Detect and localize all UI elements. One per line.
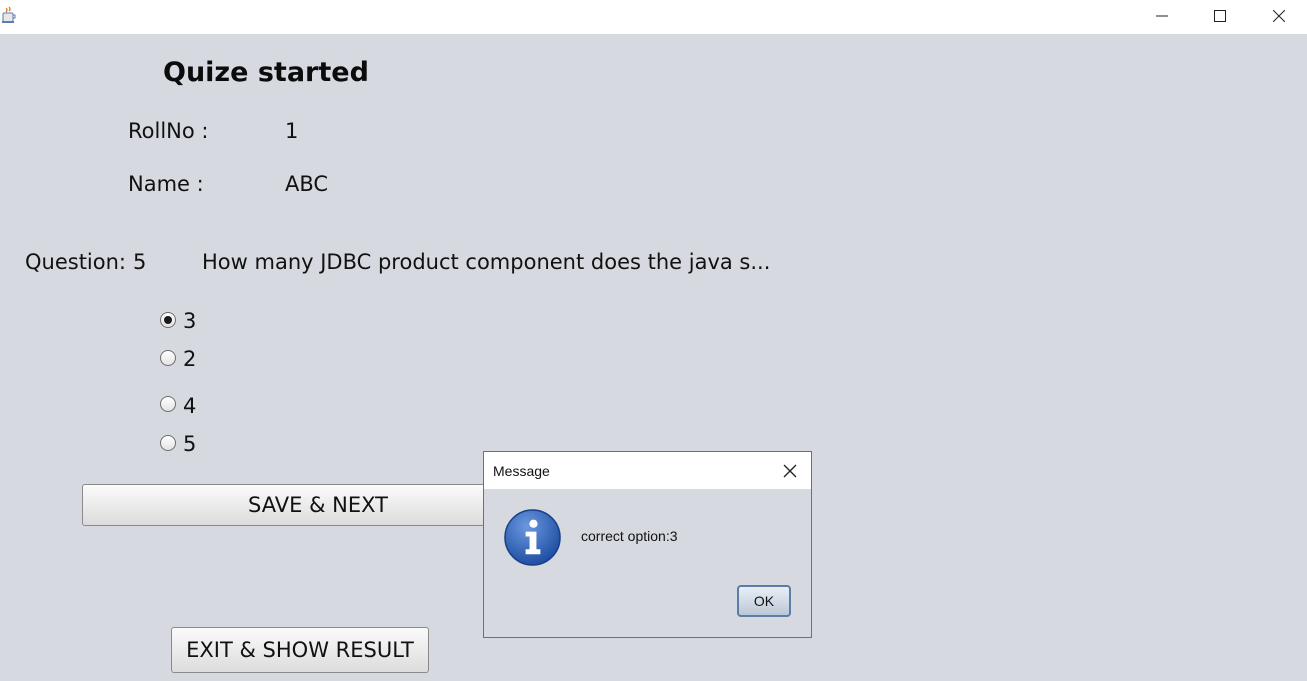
rollno-label: RollNo : xyxy=(128,119,209,143)
option-radio-1[interactable] xyxy=(160,312,176,328)
option-radio-4[interactable] xyxy=(160,435,176,451)
option-label-3[interactable]: 4 xyxy=(183,394,196,418)
exit-show-result-button[interactable]: EXIT & SHOW RESULT xyxy=(171,627,429,673)
question-number: 5 xyxy=(133,250,147,274)
option-radio-3[interactable] xyxy=(160,396,176,412)
rollno-value: 1 xyxy=(285,119,299,143)
close-icon xyxy=(1273,10,1285,22)
info-icon xyxy=(504,509,561,566)
message-dialog: Message correct option:3 OK xyxy=(483,451,812,638)
option-label-4[interactable]: 5 xyxy=(183,432,196,456)
page-title: Quize started xyxy=(163,57,369,88)
dialog-title: Message xyxy=(493,463,550,479)
dialog-close-icon[interactable] xyxy=(780,461,800,481)
dialog-title-bar: Message xyxy=(484,452,811,489)
close-button[interactable] xyxy=(1256,0,1302,32)
maximize-button[interactable] xyxy=(1197,0,1243,32)
question-text: How many JDBC product component does the… xyxy=(202,250,771,274)
option-radio-2[interactable] xyxy=(160,350,176,366)
name-value: ABC xyxy=(285,172,329,196)
option-label-1[interactable]: 3 xyxy=(183,309,196,333)
window-title-bar xyxy=(0,0,1307,34)
minimize-icon xyxy=(1156,15,1168,17)
dialog-message: correct option:3 xyxy=(581,528,678,544)
maximize-icon xyxy=(1214,10,1226,22)
minimize-button[interactable] xyxy=(1139,0,1185,32)
name-label: Name : xyxy=(128,172,204,196)
java-app-icon xyxy=(2,6,16,23)
option-label-2[interactable]: 2 xyxy=(183,347,196,371)
ok-button[interactable]: OK xyxy=(737,585,791,617)
question-label: Question: xyxy=(25,250,127,274)
